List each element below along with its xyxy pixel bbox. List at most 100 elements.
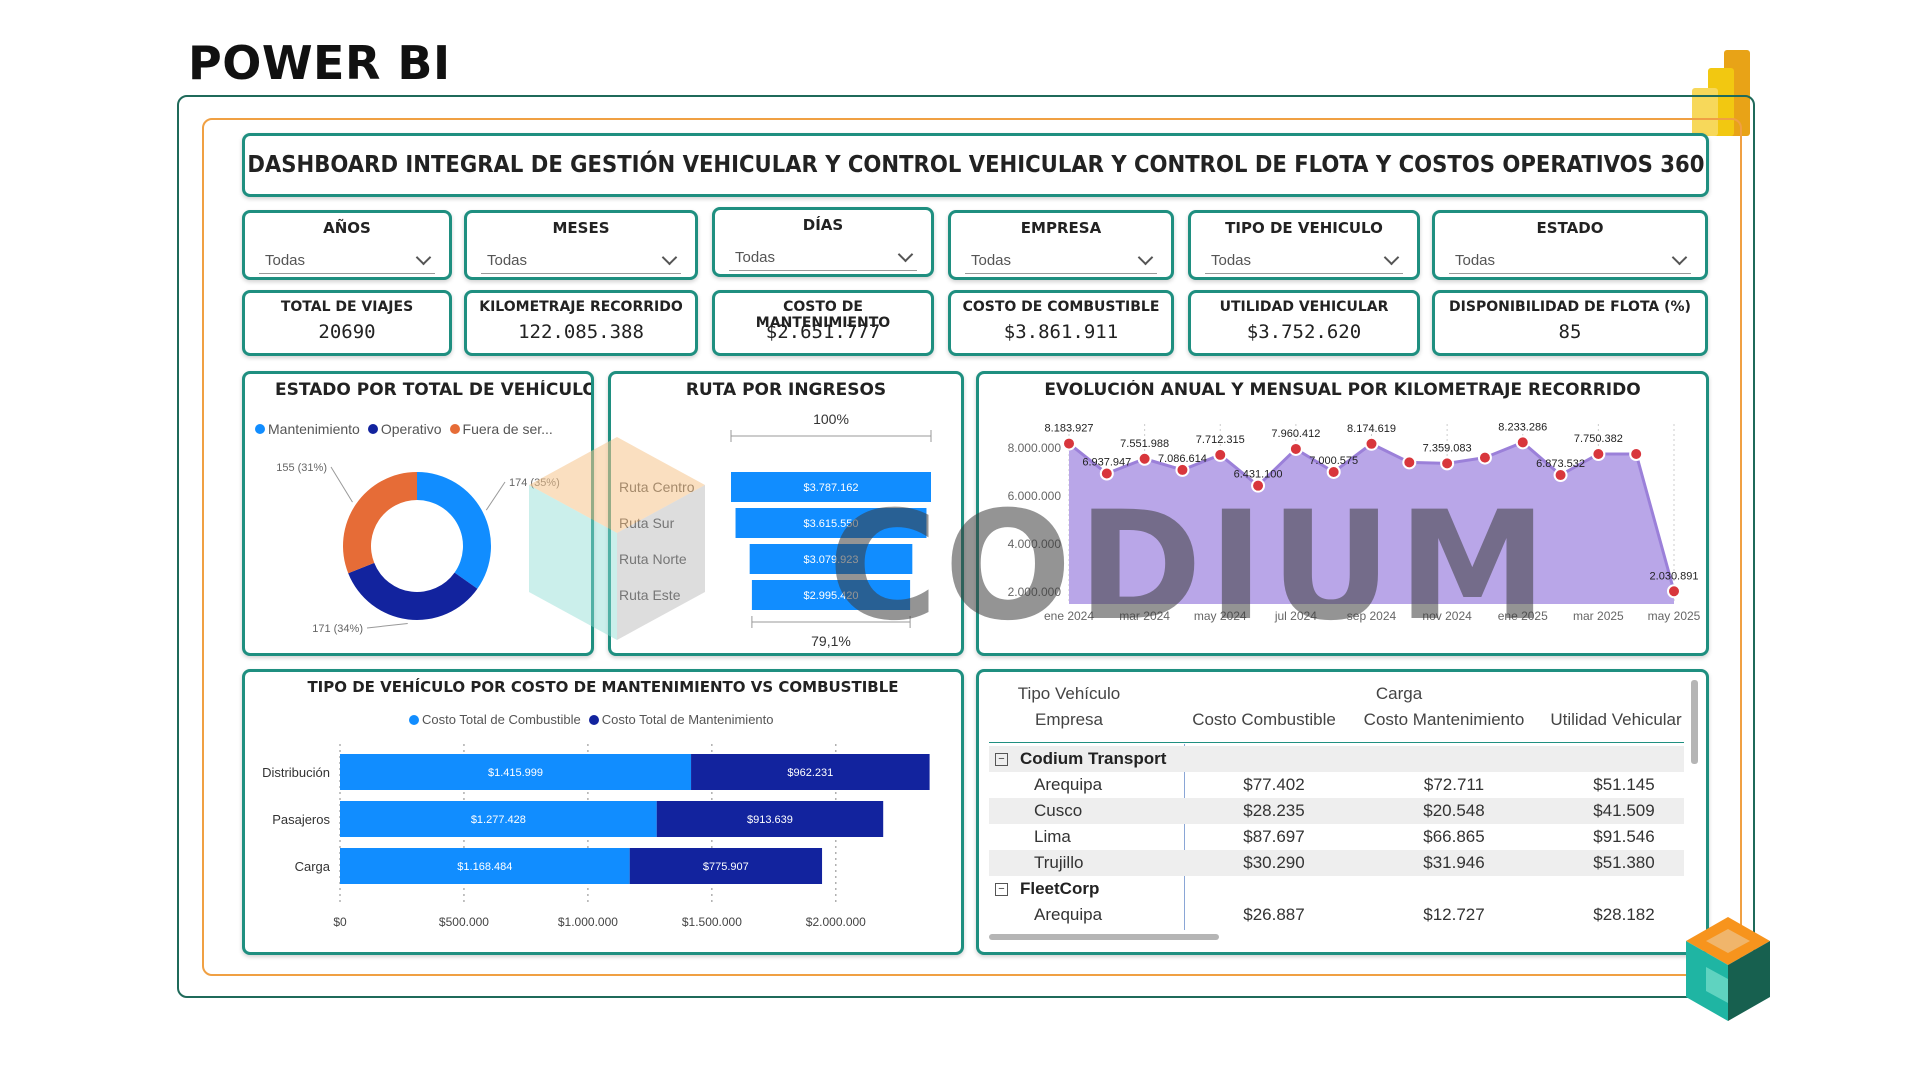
matrix-column-header[interactable]: Costo Mantenimiento <box>1354 710 1534 730</box>
chevron-down-icon <box>1383 249 1400 265</box>
bar-segment-label: $962.231 <box>787 767 833 779</box>
bar-segment-label: $913.639 <box>747 814 793 826</box>
area-marker <box>1440 456 1455 471</box>
slicer-status[interactable]: ESTADO Todas <box>1432 210 1708 280</box>
slicer-dropdown[interactable]: Todas <box>729 244 917 271</box>
slicer-label: DÍAS <box>802 216 844 234</box>
slicer-months[interactable]: MESES Todas <box>464 210 698 280</box>
slicer-value: Todas <box>971 251 1012 269</box>
matrix-row: Arequipa $26.887 $12.727 $28.182 <box>989 902 1684 928</box>
horizontal-scrollbar[interactable] <box>989 934 1219 940</box>
area-x-tick: nov 2024 <box>1422 609 1472 623</box>
mileage-area-chart[interactable]: 2.000.000 4.000.000 6.000.000 8.000.000 ene … <box>979 404 1706 654</box>
slicer-years[interactable]: AÑOS Todas <box>242 210 452 280</box>
bar-x-tick: $1.500.000 <box>682 915 742 929</box>
matrix-row: Lima $87.697 $66.865 $91.546 <box>989 824 1684 850</box>
donut-slice-label: 171 (34%) <box>312 623 363 635</box>
slicer-days[interactable]: DÍAS Todas <box>712 207 934 277</box>
chart-legend: Mantenimiento Operativo Fuera de ser... <box>255 421 553 437</box>
slicer-label: MESES <box>552 219 610 237</box>
funnel-bar-label: $3.787.162 <box>803 482 858 494</box>
chevron-down-icon <box>661 249 678 265</box>
legend-item: Costo Total de Mantenimiento <box>588 712 774 727</box>
area-x-tick: jul 2024 <box>1274 609 1317 623</box>
mileage-area-chart-panel[interactable]: EVOLUCIÓN ANUAL Y MENSUAL POR KILOMETRAJ… <box>976 371 1709 656</box>
area-marker <box>1667 584 1681 599</box>
kpi-value: 85 <box>1558 321 1582 343</box>
bar-segment-label: $1.168.484 <box>457 861 512 873</box>
area-data-label: 8.233.286 <box>1498 421 1547 433</box>
area-x-tick: may 2025 <box>1648 609 1701 623</box>
vertical-scrollbar[interactable] <box>1691 680 1698 764</box>
slicer-dropdown[interactable]: Todas <box>1205 247 1403 274</box>
area-data-label: 7.712.315 <box>1196 434 1245 446</box>
matrix-cell: $77.402 <box>1243 775 1305 794</box>
area-marker <box>1553 468 1568 483</box>
cost-matrix-panel[interactable]: Tipo Vehículo Empresa Carga Costo Combus… <box>976 669 1709 955</box>
area-x-tick: sep 2024 <box>1347 609 1397 623</box>
area-marker <box>1629 446 1644 461</box>
funnel-bar-label: $2.995.420 <box>803 590 858 602</box>
kpi-fleet-availability: DISPONIBILIDAD DE FLOTA (%) 85 <box>1432 290 1708 356</box>
area-marker <box>1213 447 1228 462</box>
bar-x-tick: $0 <box>333 915 347 929</box>
chevron-down-icon <box>1671 249 1688 265</box>
matrix-cell: $51.145 <box>1593 775 1655 794</box>
kpi-value: $2.651.777 <box>765 321 881 343</box>
area-marker <box>1288 441 1303 456</box>
area-data-label: 6.873.532 <box>1536 458 1585 470</box>
area-marker <box>1402 455 1417 470</box>
legend-item: Operativo <box>367 421 442 437</box>
cost-stacked-bar-chart[interactable]: $0 $500.000 $1.000.000 $1.500.000 $2.000.000… <box>245 734 961 954</box>
slicer-vehicle-type[interactable]: TIPO DE VEHICULO Todas <box>1188 210 1420 280</box>
cube-watermark-icon <box>529 437 705 640</box>
matrix-group-row[interactable]: − FleetCorp <box>989 876 1684 902</box>
legend-item: Mantenimiento <box>255 421 360 437</box>
area-marker <box>1477 450 1492 465</box>
area-data-label: 7.086.614 <box>1158 453 1207 465</box>
cost-bar-chart-panel[interactable]: TIPO DE VEHÍCULO POR COSTO DE MANTENIMIE… <box>242 669 964 955</box>
codium-cube-logo-icon <box>1686 917 1770 1021</box>
slicer-dropdown[interactable]: Todas <box>259 247 435 274</box>
matrix-column-header[interactable]: Costo Combustible <box>1184 710 1344 730</box>
kpi-total-trips: TOTAL DE VIAJES 20690 <box>242 290 452 356</box>
area-data-label: 7.000.575 <box>1309 455 1358 467</box>
kpi-maintenance-cost: COSTO DE MANTENIMIENTO $2.651.777 <box>712 290 934 356</box>
slicer-value: Todas <box>487 251 528 269</box>
donut-slice <box>417 472 491 589</box>
collapse-icon[interactable]: − <box>995 882 1008 896</box>
kpi-label: TOTAL DE VIAJES <box>280 299 414 315</box>
matrix-group-row[interactable]: − Codium Transport <box>989 746 1684 772</box>
slicer-dropdown[interactable]: Todas <box>481 247 681 274</box>
chart-title: EVOLUCIÓN ANUAL Y MENSUAL POR KILOMETRAJ… <box>1044 380 1641 400</box>
matrix-cell: $12.727 <box>1423 905 1485 924</box>
area-marker <box>1326 464 1341 479</box>
area-marker <box>1175 462 1190 477</box>
funnel-bottom-label: 79,1% <box>811 633 851 649</box>
legend-dot <box>367 424 378 434</box>
area-y-tick: 2.000.000 <box>1008 585 1062 599</box>
area-marker <box>1364 436 1379 451</box>
funnel-bar-label: $3.079.923 <box>803 554 858 566</box>
chart-title: RUTA POR INGRESOS <box>685 380 887 400</box>
bar-category-label: Pasajeros <box>272 812 330 827</box>
kpi-label: KILOMETRAJE RECORRIDO <box>479 299 683 315</box>
legend-label: Mantenimiento <box>268 421 360 437</box>
page-title: POWER BI <box>188 36 451 90</box>
collapse-icon[interactable]: − <box>995 752 1008 766</box>
matrix-cell: $66.865 <box>1423 827 1485 846</box>
matrix-cell: $51.380 <box>1593 853 1655 872</box>
legend-dot <box>409 714 419 725</box>
matrix-row: Trujillo $30.290 $31.946 $51.380 <box>989 850 1684 876</box>
area-data-label: 7.359.083 <box>1423 442 1472 454</box>
chart-title: TIPO DE VEHÍCULO POR COSTO DE MANTENIMIE… <box>307 678 899 696</box>
matrix-column-header[interactable]: Utilidad Vehicular <box>1541 710 1691 730</box>
cost-matrix[interactable]: Tipo Vehículo Empresa Carga Costo Combus… <box>979 672 1706 952</box>
area-data-label: 6.937.947 <box>1082 456 1131 468</box>
slicer-company[interactable]: EMPRESA Todas <box>948 210 1174 280</box>
area-marker <box>1251 478 1266 493</box>
slicer-label: ESTADO <box>1536 219 1604 237</box>
slicer-dropdown[interactable]: Todas <box>1449 247 1691 274</box>
kpi-fuel-cost: COSTO DE COMBUSTIBLE $3.861.911 <box>948 290 1174 356</box>
slicer-dropdown[interactable]: Todas <box>965 247 1157 274</box>
